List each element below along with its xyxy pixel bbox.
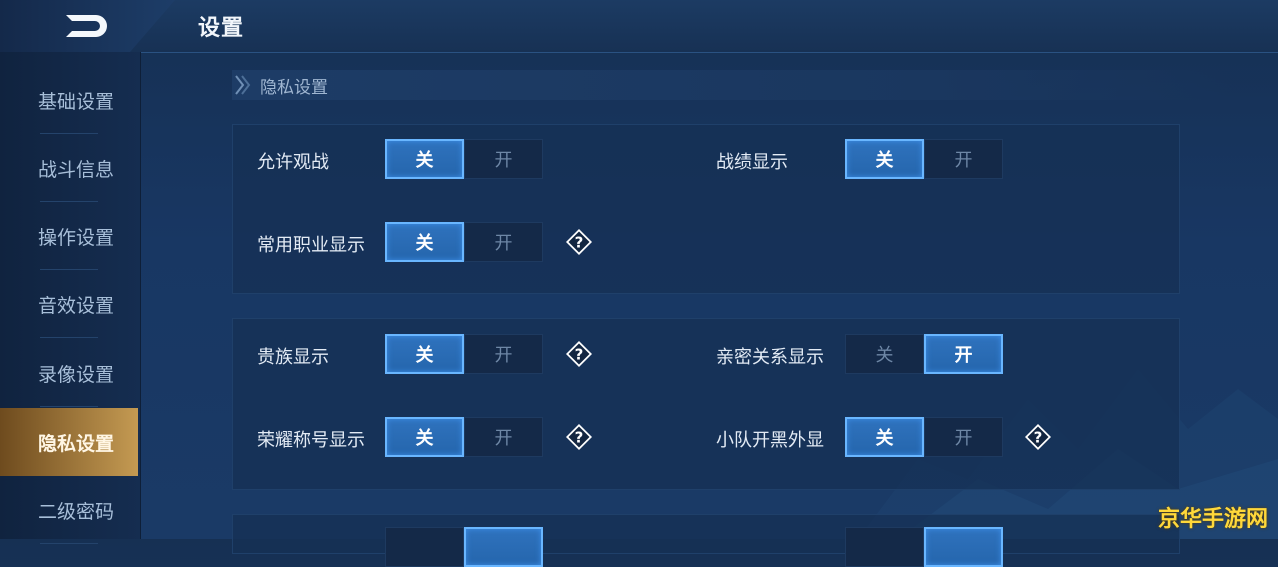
back-arrow-icon — [66, 15, 107, 37]
toggle-off-option[interactable]: 关 — [845, 334, 924, 374]
site-watermark: 京华手游网 — [1157, 507, 1268, 532]
question-diamond-icon[interactable]: ? — [1023, 422, 1053, 452]
svg-text:?: ? — [1034, 429, 1043, 447]
toggle-off-option[interactable]: 关 — [385, 139, 464, 179]
toggle-noble-display: 关 开 — [385, 334, 543, 374]
toggle-common-role-display: 关 开 — [385, 222, 543, 262]
sidebar-item-basic-settings[interactable]: 基础设置 — [0, 66, 138, 134]
sidebar-item-battle-info[interactable]: 战斗信息 — [0, 134, 138, 202]
question-diamond-icon[interactable]: ? — [564, 227, 594, 257]
toggle-on-option[interactable]: 开 — [924, 417, 1003, 457]
setting-label-team-open-display: 小队开黑外显 — [716, 430, 824, 451]
toggle-allow-spectate: 关 开 — [385, 139, 543, 179]
toggle-on-option[interactable]: 开 — [464, 417, 543, 457]
toggle-on-option[interactable]: 开 — [464, 139, 543, 179]
setting-label-common-role-display: 常用职业显示 — [257, 235, 365, 256]
toggle-off-option[interactable]: 关 — [385, 417, 464, 457]
toggle-on-option[interactable] — [924, 527, 1003, 567]
setting-label-honor-title-display: 荣耀称号显示 — [257, 430, 365, 451]
svg-text:?: ? — [575, 234, 584, 252]
setting-label-record-display: 战绩显示 — [716, 152, 788, 173]
question-diamond-icon[interactable]: ? — [564, 339, 594, 369]
question-diamond-icon[interactable]: ? — [564, 422, 594, 452]
toggle-team-open-display: 关 开 — [845, 417, 1003, 457]
setting-label-noble-display: 贵族显示 — [257, 347, 329, 368]
toggle-off-option[interactable] — [845, 527, 924, 567]
toggle-record-display: 关 开 — [845, 139, 1003, 179]
back-button[interactable] — [0, 0, 175, 52]
section-title: 隐私设置 — [260, 77, 328, 98]
setting-label-allow-spectate: 允许观战 — [257, 152, 329, 173]
sidebar-item-replay-settings[interactable]: 录像设置 — [0, 339, 138, 407]
settings-sidebar: 基础设置 战斗信息 操作设置 音效设置 录像设置 隐私设置 二级密码 — [0, 52, 141, 544]
privacy-panel-1 — [232, 124, 1180, 294]
privacy-panel-3 — [232, 514, 1180, 554]
section-header: 隐私设置 — [232, 70, 1232, 100]
toggle-off-option[interactable] — [385, 527, 464, 567]
sidebar-item-secondary-password[interactable]: 二级密码 — [0, 476, 138, 544]
chevron-right-icon — [235, 75, 251, 95]
toggle-off-option[interactable]: 关 — [845, 139, 924, 179]
top-header: 设置 — [0, 0, 1278, 53]
toggle-on-option[interactable]: 开 — [924, 334, 1003, 374]
privacy-panel-2 — [232, 318, 1180, 490]
toggle-honor-title-display: 关 开 — [385, 417, 543, 457]
sidebar-item-sound-settings[interactable]: 音效设置 — [0, 270, 138, 338]
setting-label-intimacy-display: 亲密关系显示 — [716, 347, 824, 368]
toggle-off-option[interactable]: 关 — [385, 334, 464, 374]
page-title: 设置 — [198, 16, 245, 41]
toggle-off-option[interactable]: 关 — [385, 222, 464, 262]
sidebar-item-privacy-settings[interactable]: 隐私设置 — [0, 408, 138, 476]
toggle-off-option[interactable]: 关 — [845, 417, 924, 457]
svg-text:?: ? — [575, 346, 584, 364]
svg-text:?: ? — [575, 429, 584, 447]
toggle-on-option[interactable] — [464, 527, 543, 567]
toggle-partial-row-left — [385, 527, 543, 567]
sidebar-item-control-settings[interactable]: 操作设置 — [0, 202, 138, 270]
toggle-on-option[interactable]: 开 — [464, 334, 543, 374]
toggle-on-option[interactable]: 开 — [464, 222, 543, 262]
toggle-partial-row-right — [845, 527, 1003, 567]
toggle-on-option[interactable]: 开 — [924, 139, 1003, 179]
toggle-intimacy-display: 关 开 — [845, 334, 1003, 374]
